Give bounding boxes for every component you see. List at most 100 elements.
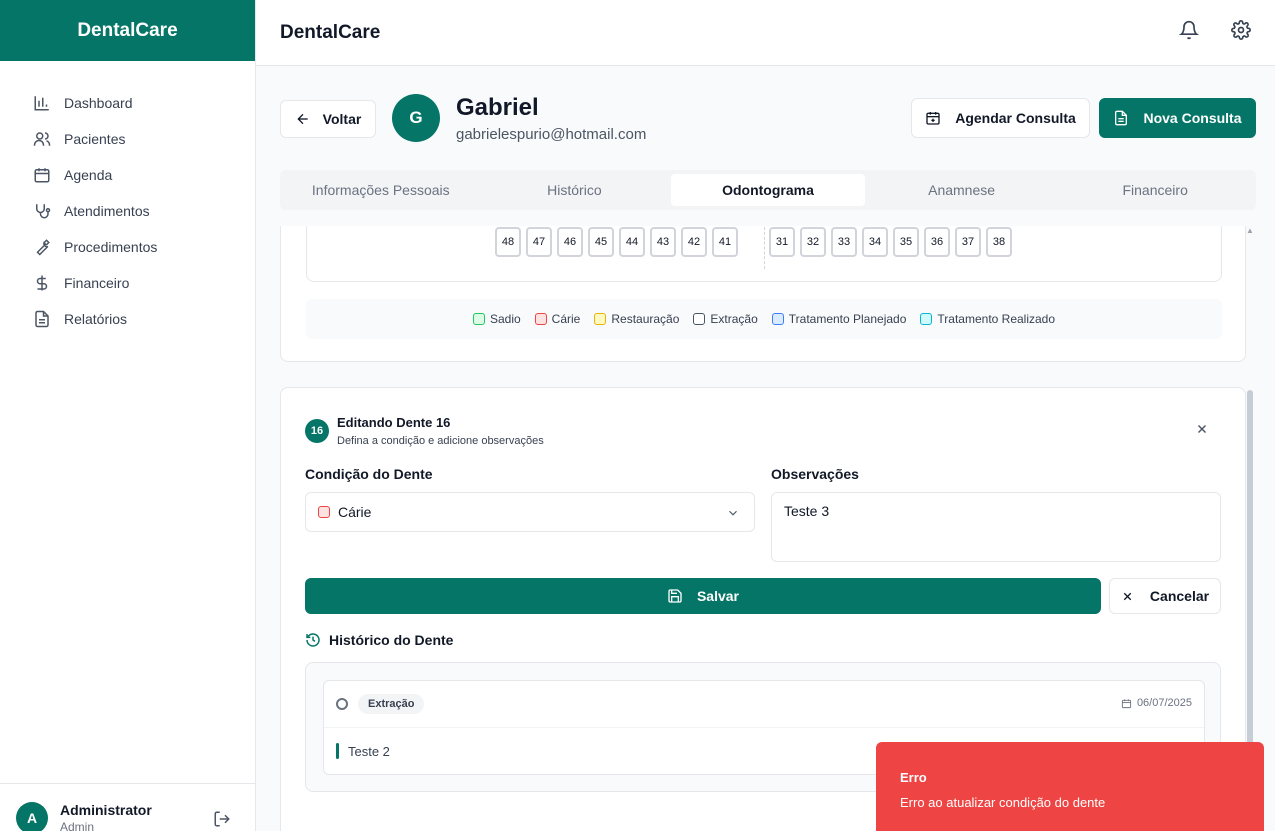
legend-item: Restauração: [594, 312, 679, 326]
tooth-31[interactable]: 31: [769, 227, 795, 257]
topbar: DentalCare: [256, 0, 1275, 66]
save-icon: [668, 589, 682, 603]
user-panel: A Administrator Admin: [0, 783, 255, 831]
stethoscope-icon: [32, 201, 52, 221]
wrench-icon: [32, 237, 52, 257]
sidebar-item-pacientes[interactable]: Pacientes: [0, 121, 255, 157]
condition-label: Condição do Dente: [305, 466, 433, 482]
tooth-41[interactable]: 41: [712, 227, 738, 257]
main-content: Voltar G Gabriel gabrielespurio@hotmail.…: [256, 66, 1275, 831]
tooth-48[interactable]: 48: [495, 227, 521, 257]
condition-legend: Sadio Cárie Restauração Extração Tratame…: [306, 299, 1222, 339]
brand-logo[interactable]: DentalCare: [0, 0, 255, 61]
history-note-text: Teste 2: [348, 743, 390, 759]
tooth-35[interactable]: 35: [893, 227, 919, 257]
legend-item: Tratamento Planejado: [771, 312, 907, 326]
avatar: A: [16, 802, 48, 831]
bell-icon[interactable]: [1178, 20, 1200, 40]
patient-header: Voltar G Gabriel gabrielespurio@hotmail.…: [280, 94, 1256, 146]
tooth-45[interactable]: 45: [588, 227, 614, 257]
cancel-button[interactable]: Cancelar: [1109, 578, 1221, 614]
scrollbar[interactable]: ▲: [1246, 226, 1254, 831]
history-date-text: 06/07/2025: [1136, 697, 1192, 709]
sidebar-item-agenda[interactable]: Agenda: [0, 157, 255, 193]
error-toast: Erro Erro ao atualizar condição do dente: [876, 742, 1264, 831]
toast-title: Erro: [900, 770, 927, 785]
legend-swatch: [534, 313, 547, 325]
sidebar-item-label: Procedimentos: [64, 239, 158, 255]
legend-swatch: [771, 313, 784, 325]
sidebar-item-atendimentos[interactable]: Atendimentos: [0, 193, 255, 229]
editor-title: Editando Dente 16: [337, 415, 451, 430]
history-item-header: Extração 06/07/2025: [324, 681, 1204, 728]
bar-chart-icon: [32, 93, 52, 113]
dollar-icon: [32, 273, 52, 293]
user-role: Admin: [60, 820, 95, 831]
close-icon: [1123, 592, 1132, 600]
tab-odontograma[interactable]: Odontograma: [671, 174, 865, 206]
logout-icon[interactable]: [213, 810, 231, 828]
legend-label: Extração: [710, 312, 758, 326]
odontogram-chart: 48 47 46 45 44 43 42 41 31 32 33 34 35 3…: [306, 226, 1222, 282]
file-icon: [1115, 110, 1128, 126]
legend-label: Sadio: [489, 312, 521, 326]
sidebar-item-label: Pacientes: [64, 131, 126, 147]
page-title: DentalCare: [280, 21, 381, 43]
close-icon[interactable]: [1195, 422, 1209, 436]
cancel-button-label: Cancelar: [1149, 588, 1210, 604]
tooth-46[interactable]: 46: [557, 227, 583, 257]
tooth-42[interactable]: 42: [681, 227, 707, 257]
sidebar-item-dashboard[interactable]: Dashboard: [0, 85, 255, 121]
legend-label: Cárie: [551, 312, 581, 326]
save-button[interactable]: Salvar: [305, 578, 1101, 614]
condition-select[interactable]: Cárie: [305, 492, 755, 532]
back-button-label: Voltar: [322, 111, 362, 127]
patient-email: gabrielespurio@hotmail.com: [456, 126, 647, 143]
chevron-down-icon: [726, 506, 740, 520]
tooth-32[interactable]: 32: [800, 227, 826, 257]
save-button-label: Salvar: [696, 588, 740, 604]
file-text-icon: [32, 309, 52, 329]
notes-textarea[interactable]: Teste 3: [771, 492, 1221, 562]
tooth-33[interactable]: 33: [831, 227, 857, 257]
new-appointment-button[interactable]: Nova Consulta: [1099, 98, 1256, 138]
circle-icon: [336, 698, 348, 710]
legend-label: Restauração: [611, 312, 680, 326]
sidebar-item-procedimentos[interactable]: Procedimentos: [0, 229, 255, 265]
user-name: Administrator: [60, 802, 152, 818]
tab-anamnese[interactable]: Anamnese: [865, 174, 1059, 206]
legend-label: Tratamento Realizado: [937, 312, 1056, 326]
patient-tabs: Informações Pessoais Histórico Odontogra…: [280, 170, 1256, 210]
tab-informacoes-pessoais[interactable]: Informações Pessoais: [284, 174, 478, 206]
legend-swatch: [693, 313, 706, 325]
midline-divider: [764, 227, 765, 269]
tooth-36[interactable]: 36: [924, 227, 950, 257]
tooth-43[interactable]: 43: [650, 227, 676, 257]
notes-label: Observações: [771, 466, 859, 482]
user-info: Administrator Admin: [60, 802, 152, 831]
sidebar: DentalCare Dashboard Pacientes Agenda At…: [0, 0, 256, 831]
arrow-left-icon: [297, 113, 308, 125]
sidebar-item-financeiro[interactable]: Financeiro: [0, 265, 255, 301]
tooth-47[interactable]: 47: [526, 227, 552, 257]
history-icon: [306, 633, 320, 647]
legend-item: Cárie: [534, 312, 581, 326]
tooth-34[interactable]: 34: [862, 227, 888, 257]
tooth-37[interactable]: 37: [955, 227, 981, 257]
condition-value: Cárie: [338, 504, 372, 520]
tab-historico[interactable]: Histórico: [478, 174, 672, 206]
legend-label: Tratamento Planejado: [788, 312, 907, 326]
patient-avatar: G: [392, 94, 440, 142]
scroll-up-arrow-icon[interactable]: ▲: [1246, 226, 1254, 235]
tab-content: 48 47 46 45 44 43 42 41 31 32 33 34 35 3…: [280, 226, 1246, 831]
sidebar-item-relatorios[interactable]: Relatórios: [0, 301, 255, 337]
sidebar-item-label: Relatórios: [64, 311, 128, 327]
tooth-44[interactable]: 44: [619, 227, 645, 257]
tab-financeiro[interactable]: Financeiro: [1058, 174, 1252, 206]
gear-icon[interactable]: [1231, 20, 1251, 40]
patient-name: Gabriel: [456, 94, 539, 121]
back-button[interactable]: Voltar: [280, 100, 376, 138]
schedule-appointment-button[interactable]: Agendar Consulta: [911, 98, 1090, 138]
odontogram-card: 48 47 46 45 44 43 42 41 31 32 33 34 35 3…: [280, 226, 1246, 362]
tooth-38[interactable]: 38: [986, 227, 1012, 257]
